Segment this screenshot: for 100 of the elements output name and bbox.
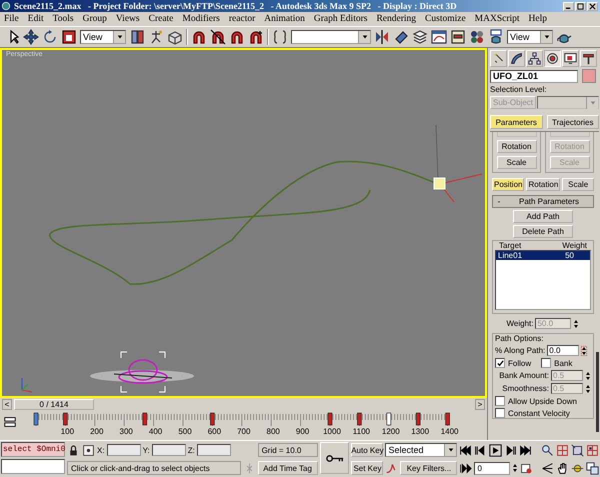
maximize-button[interactable] — [575, 2, 586, 10]
minimize-button[interactable] — [563, 2, 574, 10]
menu-item[interactable]: Modifiers — [182, 14, 220, 24]
command-panel-tab[interactable] — [562, 50, 579, 67]
time-slider-next-button[interactable]: > — [475, 399, 485, 410]
zoom-icon[interactable] — [540, 444, 554, 456]
angle-snap-icon[interactable] — [210, 29, 226, 45]
rotate-icon[interactable] — [42, 29, 58, 45]
option-checkbox[interactable]: Follow — [495, 358, 532, 368]
align-icon[interactable] — [393, 29, 409, 45]
path-button[interactable]: Add Path — [513, 210, 573, 223]
absolute-mode-icon[interactable] — [82, 444, 95, 456]
teapot-window-icon[interactable] — [488, 29, 504, 45]
key-filter-dropdown[interactable]: Selected — [385, 443, 458, 457]
menu-item[interactable]: Graph Editors — [314, 14, 368, 24]
magnet-icon[interactable] — [248, 29, 264, 45]
menu-item[interactable]: Edit — [28, 14, 44, 24]
brackets-icon[interactable] — [272, 29, 288, 45]
command-panel-tab[interactable] — [544, 50, 561, 67]
add-time-tag-button[interactable]: Add Time Tag — [258, 461, 318, 475]
transform-tab[interactable]: Rotation — [526, 178, 560, 191]
mode-button[interactable]: Parameters — [490, 115, 542, 129]
go-start-icon[interactable] — [459, 444, 472, 456]
key-button[interactable]: Rotation — [496, 140, 536, 153]
move-icon[interactable] — [23, 29, 39, 45]
menu-item[interactable]: Help — [528, 14, 548, 24]
path-button[interactable]: Delete Path — [513, 225, 573, 238]
go-end-icon[interactable] — [519, 444, 532, 456]
mode-button[interactable]: Trajectories — [546, 115, 599, 129]
menu-item[interactable]: Animation — [264, 14, 305, 24]
spinner-arrows-icon[interactable] — [581, 346, 588, 356]
menu-item[interactable]: MAXScript — [474, 14, 520, 24]
layers-icon[interactable] — [412, 29, 428, 45]
scale-icon[interactable] — [61, 29, 77, 45]
time-slider[interactable]: < 0 / 1414 > — [0, 398, 487, 411]
zoom-extents-all-icon[interactable] — [586, 444, 599, 456]
option-checkbox[interactable]: Bank — [541, 358, 572, 368]
menu-item[interactable]: File — [4, 14, 19, 24]
box-icon[interactable] — [167, 29, 183, 45]
time-slider-thumb[interactable]: 0 / 1414 — [14, 399, 94, 410]
script-listener-output[interactable] — [1, 459, 65, 474]
menu-item[interactable]: Group — [82, 14, 107, 24]
play-icon[interactable] — [489, 444, 502, 456]
track-bar-drawing[interactable] — [34, 412, 450, 426]
target-row[interactable]: Line01 50 — [496, 251, 590, 260]
x-coordinate-field[interactable] — [106, 444, 141, 456]
track-bar-icon[interactable] — [2, 415, 18, 429]
command-panel-tab[interactable] — [526, 50, 543, 67]
pivot-icon[interactable] — [129, 29, 145, 45]
menu-item[interactable]: Rendering — [376, 14, 416, 24]
menu-item[interactable]: Customize — [425, 14, 466, 24]
spinner-arrows-icon[interactable] — [573, 318, 580, 328]
command-panel-tab[interactable] — [490, 50, 507, 67]
current-frame-field[interactable]: 0 — [474, 462, 510, 474]
named-selection-dropdown[interactable] — [291, 30, 371, 44]
menu-item[interactable]: reactor — [228, 14, 256, 24]
z-coordinate-field[interactable] — [196, 444, 231, 456]
script-listener-input[interactable]: select $Omni0 — [1, 442, 65, 457]
menu-item[interactable]: Tools — [52, 14, 74, 24]
set-key-button[interactable] — [320, 442, 350, 474]
rollout-header[interactable]: - Path Parameters — [492, 195, 594, 208]
auto-key-button[interactable]: Auto Key — [351, 443, 384, 457]
rollout-toggle[interactable]: - — [493, 197, 505, 206]
magnet-icon[interactable] — [229, 29, 245, 45]
menu-item[interactable]: Views — [116, 14, 140, 24]
pan-hand-icon[interactable] — [556, 462, 569, 474]
curve-editor-icon[interactable] — [431, 29, 447, 45]
key-filters-button[interactable]: Key Filters... — [400, 461, 458, 475]
option-checkbox[interactable]: Constant Velocity — [495, 408, 591, 418]
sub-object-dropdown[interactable] — [537, 96, 599, 109]
close-button[interactable] — [587, 2, 598, 10]
target-list[interactable]: Line01 50 — [495, 250, 591, 310]
along-path-field[interactable]: 0.0 — [547, 345, 580, 356]
zoom-all-icon[interactable] — [556, 444, 569, 456]
object-name-field[interactable]: UFO_ZL01 — [490, 70, 578, 82]
key-mode-icon[interactable] — [459, 462, 472, 474]
zoom-extents-icon[interactable] — [570, 444, 584, 456]
command-panel-tab[interactable] — [580, 50, 597, 67]
render-type-dropdown[interactable]: View — [507, 30, 553, 44]
menu-item[interactable]: Create — [148, 14, 174, 24]
magnet-icon[interactable] — [191, 29, 207, 45]
command-panel-tab[interactable] — [508, 50, 525, 67]
field-of-view-icon[interactable] — [540, 462, 554, 474]
next-frame-icon[interactable] — [504, 444, 518, 456]
set-key-mode-button[interactable]: Set Key — [351, 461, 384, 475]
transform-tab[interactable]: Position — [492, 178, 524, 191]
transform-tab[interactable]: Scale — [562, 178, 594, 191]
reference-coordinate-dropdown[interactable]: View — [80, 30, 126, 44]
schematic-icon[interactable] — [450, 29, 466, 45]
time-slider-previous-button[interactable]: < — [2, 399, 12, 410]
mirror-icon[interactable] — [374, 29, 390, 45]
y-coordinate-field[interactable] — [152, 444, 186, 456]
option-checkbox[interactable]: Allow Upside Down — [495, 396, 591, 406]
maximize-icon[interactable] — [586, 462, 599, 474]
time-configuration-icon[interactable] — [520, 462, 534, 474]
spinner-arrows-icon[interactable] — [512, 463, 518, 473]
key-button[interactable]: Scale — [496, 156, 536, 169]
spinner-arrows-icon[interactable] — [585, 384, 591, 394]
object-color-swatch[interactable] — [582, 69, 596, 83]
spheres-icon[interactable] — [469, 29, 485, 45]
